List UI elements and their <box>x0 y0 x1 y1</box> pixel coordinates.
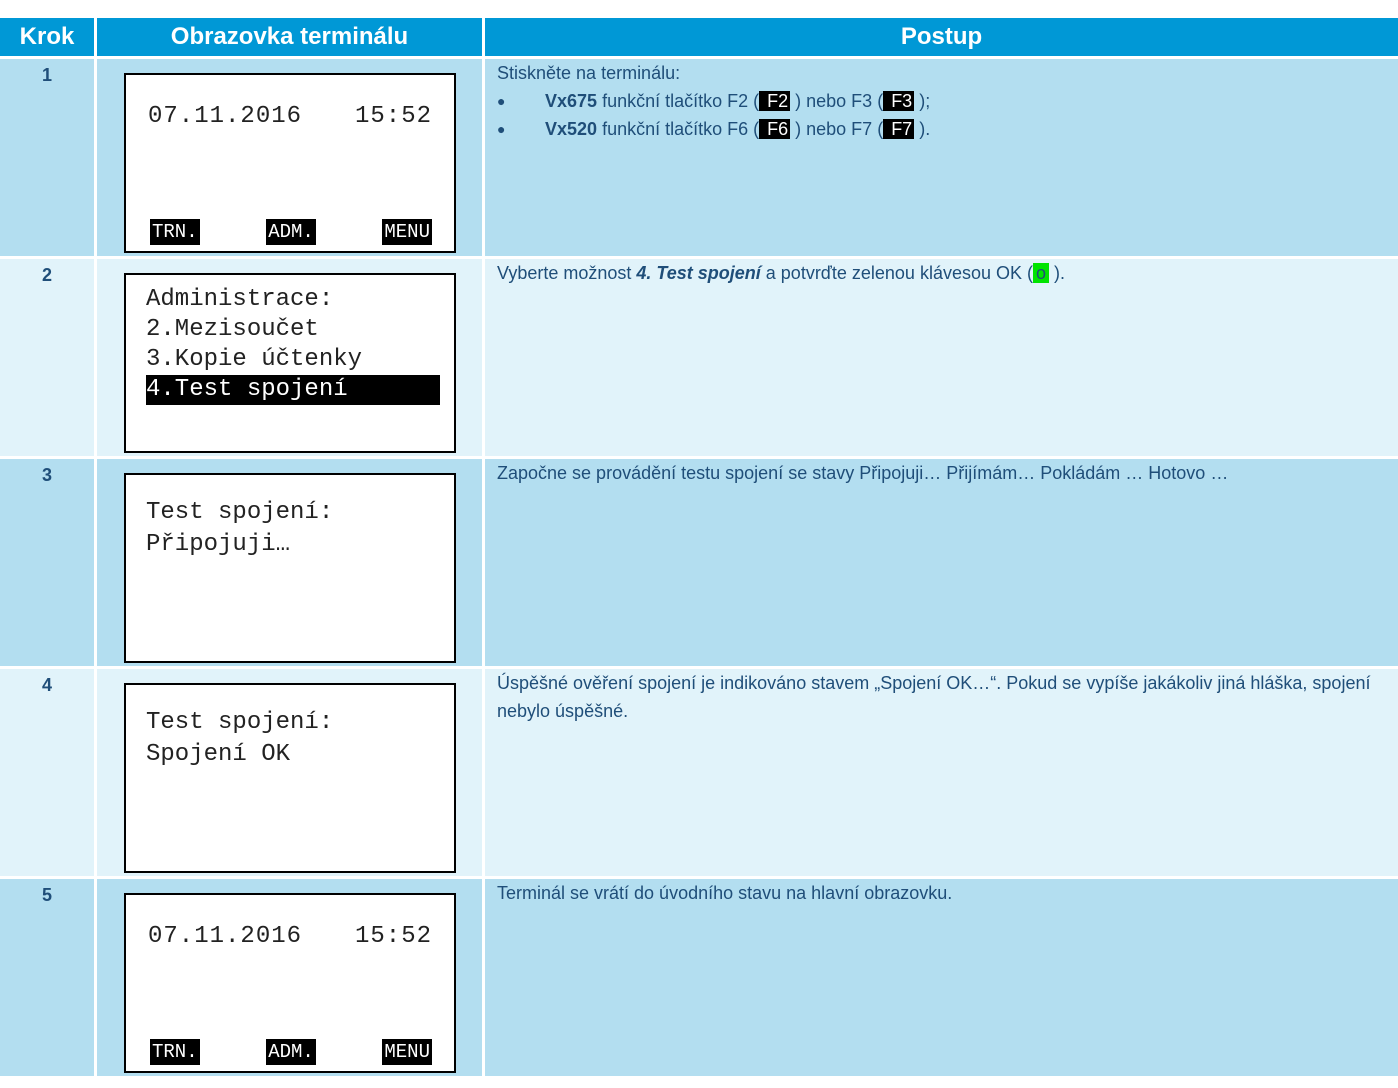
step-row-5: 5 07.11.2016 15:52 TRN. ADM. MENU Termin… <box>0 879 1398 1079</box>
procedure-fragment: ). <box>1049 263 1066 283</box>
procedure-fragment: ). <box>914 119 931 139</box>
procedure-text: Terminál se vrátí do úvodního stavu na h… <box>485 879 1398 1079</box>
step-row-1: 1 07.11.2016 15:52 TRN. ADM. MENU Stiskn… <box>0 59 1398 259</box>
header-row: Krok Obrazovka terminálu Postup <box>0 18 1398 59</box>
key-badge: F2 <box>759 91 791 111</box>
bullet-icon: ● <box>497 121 506 137</box>
header-screen: Obrazovka terminálu <box>97 18 485 59</box>
list-item: ● Vx520 funkční tlačítko F6 (F6 ) nebo F7… <box>497 115 1374 143</box>
procedure-fragment: ); <box>914 91 931 111</box>
procedure-text: Vyberte možnost 4. Test spojení a potvrď… <box>485 259 1398 459</box>
procedure-text: Úspěšné ověření spojení je indikováno st… <box>485 669 1398 879</box>
step-number: 5 <box>0 879 97 1079</box>
screen-time: 15:52 <box>354 103 432 130</box>
model-name: Vx520 <box>545 119 598 139</box>
procedure-fragment: funkční tlačítko F2 ( <box>597 91 760 111</box>
procedure-text: Stiskněte na terminálu: ● Vx675 funkční t… <box>485 59 1398 259</box>
terminal-screen: 07.11.2016 15:52 TRN. ADM. MENU <box>124 73 456 253</box>
screen-line: 2.Mezisoučet <box>146 316 319 343</box>
procedure-list: ● Vx675 funkční tlačítko F2 (F2 ) nebo F3… <box>497 87 1374 143</box>
list-item: ● Vx675 funkční tlačítko F2 (F2 ) nebo F3… <box>497 87 1374 115</box>
softkey-adm: ADM. <box>266 1039 316 1065</box>
screen-line: Připojuji… <box>146 531 291 558</box>
screen-line: 3.Kopie účtenky <box>146 346 363 373</box>
terminal-screen-cell: Test spojení: Připojuji… <box>97 459 485 669</box>
softkey-bar: TRN. ADM. MENU <box>150 219 432 245</box>
step-number: 4 <box>0 669 97 879</box>
header-procedure: Postup <box>485 18 1398 59</box>
terminal-screen-cell: Test spojení: Spojení OK <box>97 669 485 879</box>
screen-text: Test spojení: Připojuji… <box>146 497 333 561</box>
softkey-trn: TRN. <box>150 219 200 245</box>
header-step: Krok <box>0 18 97 59</box>
softkey-bar: TRN. ADM. MENU <box>150 1039 432 1065</box>
terminal-screen-cell: 07.11.2016 15:52 TRN. ADM. MENU <box>97 59 485 259</box>
procedure-fragment: Vyberte možnost <box>497 263 637 283</box>
softkey-menu: MENU <box>382 1039 432 1065</box>
screen-text: Test spojení: Spojení OK <box>146 707 333 771</box>
terminal-screen: Administrace: 2.Mezisoučet 3.Kopie účten… <box>124 273 456 453</box>
terminal-screen: 07.11.2016 15:52 TRN. ADM. MENU <box>124 893 456 1073</box>
screen-line: Spojení OK <box>146 741 291 768</box>
key-badge: F6 <box>759 119 791 139</box>
softkey-adm: ADM. <box>266 219 316 245</box>
bullet-icon: ● <box>497 93 506 109</box>
model-name: Vx675 <box>545 91 598 111</box>
screen-time: 15:52 <box>354 923 432 950</box>
softkey-trn: TRN. <box>150 1039 200 1065</box>
steps-table: Krok Obrazovka terminálu Postup 1 07.11.… <box>0 18 1398 1079</box>
step-number: 2 <box>0 259 97 459</box>
screen-menu: Administrace: 2.Mezisoučet 3.Kopie účten… <box>146 285 440 405</box>
menu-option-name: 4. Test spojení <box>636 263 761 283</box>
procedure-fragment: ) nebo F7 ( <box>790 119 884 139</box>
terminal-screen: Test spojení: Připojuji… <box>124 473 456 663</box>
step-row-4: 4 Test spojení: Spojení OK Úspěšné ověře… <box>0 669 1398 879</box>
procedure-fragment: a potvrďte zelenou klávesou OK ( <box>760 263 1033 283</box>
procedure-fragment: ) nebo F3 ( <box>790 91 884 111</box>
procedure-intro: Stiskněte na terminálu: <box>497 63 681 83</box>
ok-key-badge: o <box>1033 263 1050 283</box>
screen-date: 07.11.2016 <box>148 103 303 130</box>
screen-line: Test spojení: <box>146 709 334 736</box>
step-number: 1 <box>0 59 97 259</box>
procedure-fragment: funkční tlačítko F6 ( <box>597 119 760 139</box>
step-number: 3 <box>0 459 97 669</box>
procedure-text: Započne se provádění testu spojení se st… <box>485 459 1398 669</box>
terminal-screen-cell: Administrace: 2.Mezisoučet 3.Kopie účten… <box>97 259 485 459</box>
screen-line: Administrace: <box>146 286 334 313</box>
screen-line-selected: 4.Test spojení <box>146 375 440 405</box>
key-badge: F7 <box>883 119 915 139</box>
step-row-3: 3 Test spojení: Připojuji… Započne se pr… <box>0 459 1398 669</box>
screen-line: Test spojení: <box>146 499 334 526</box>
terminal-screen: Test spojení: Spojení OK <box>124 683 456 873</box>
key-badge: F3 <box>883 91 915 111</box>
softkey-menu: MENU <box>382 219 432 245</box>
step-row-2: 2 Administrace: 2.Mezisoučet 3.Kopie účt… <box>0 259 1398 459</box>
terminal-screen-cell: 07.11.2016 15:52 TRN. ADM. MENU <box>97 879 485 1079</box>
screen-date: 07.11.2016 <box>148 923 303 950</box>
